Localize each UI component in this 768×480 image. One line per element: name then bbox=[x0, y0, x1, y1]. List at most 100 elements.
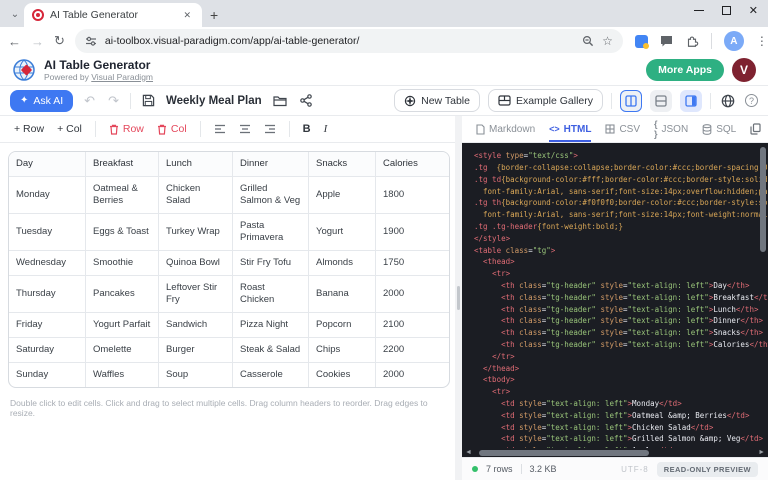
panel-right-toggle[interactable] bbox=[680, 90, 702, 112]
column-header[interactable]: Dinner bbox=[233, 152, 309, 177]
new-table-button[interactable]: New Table bbox=[394, 89, 480, 112]
browser-menu-kebab-icon[interactable]: ⋮ bbox=[756, 34, 768, 48]
column-header[interactable]: Lunch bbox=[159, 152, 233, 177]
column-header[interactable]: Day bbox=[9, 152, 86, 177]
table-cell[interactable]: Sandwich bbox=[159, 313, 233, 338]
extensions-puzzle-icon[interactable] bbox=[685, 34, 699, 48]
tab-html[interactable]: <> HTML bbox=[549, 116, 591, 142]
close-button[interactable]: ✕ bbox=[749, 4, 758, 17]
table-cell[interactable]: Leftover Stir Fry bbox=[159, 276, 233, 313]
split-horizontal-toggle[interactable] bbox=[650, 90, 672, 112]
forward-icon[interactable]: → bbox=[31, 34, 44, 49]
horizontal-scrollbar-track[interactable] bbox=[475, 450, 755, 456]
site-settings-tune-icon[interactable] bbox=[85, 35, 97, 47]
tab-search-chevron-icon[interactable]: ⌄ bbox=[6, 3, 24, 25]
table-cell[interactable]: Saturday bbox=[9, 338, 86, 363]
table-cell[interactable]: 2000 bbox=[376, 276, 449, 313]
align-center-icon[interactable] bbox=[239, 124, 251, 134]
redo-icon[interactable]: ↷ bbox=[106, 93, 121, 109]
table-cell[interactable]: Waffles bbox=[86, 363, 159, 387]
zoom-level-icon[interactable] bbox=[582, 35, 594, 47]
more-apps-button[interactable]: More Apps bbox=[646, 59, 724, 81]
table-cell[interactable]: Tuesday bbox=[9, 214, 86, 251]
table-cell[interactable]: Yogurt bbox=[309, 214, 376, 251]
table-cell[interactable]: Popcorn bbox=[309, 313, 376, 338]
bold-button[interactable]: B bbox=[303, 123, 311, 135]
extension-blue-icon[interactable] bbox=[635, 35, 648, 48]
table-cell[interactable]: Banana bbox=[309, 276, 376, 313]
table-cell[interactable]: Yogurt Parfait bbox=[86, 313, 159, 338]
save-icon[interactable] bbox=[140, 94, 157, 107]
share-icon[interactable] bbox=[298, 94, 314, 107]
table-cell[interactable]: Chips bbox=[309, 338, 376, 363]
table-cell[interactable]: Thursday bbox=[9, 276, 86, 313]
example-gallery-button[interactable]: Example Gallery bbox=[488, 89, 603, 112]
visual-paradigm-link[interactable]: Visual Paradigm bbox=[91, 72, 153, 82]
help-icon[interactable]: ? bbox=[745, 94, 758, 107]
undo-icon[interactable]: ↶ bbox=[82, 93, 97, 109]
split-vertical-toggle[interactable] bbox=[620, 90, 642, 112]
browser-profile-avatar[interactable]: A bbox=[724, 31, 744, 51]
table-cell[interactable]: Oatmeal & Berries bbox=[86, 177, 159, 214]
table-cell[interactable]: Soup bbox=[159, 363, 233, 387]
table-cell[interactable]: Stir Fry Tofu bbox=[233, 251, 309, 276]
table-cell[interactable]: Cookies bbox=[309, 363, 376, 387]
tab-csv[interactable]: CSV bbox=[605, 116, 640, 142]
table-cell[interactable]: Casserole bbox=[233, 363, 309, 387]
table-cell[interactable]: Burger bbox=[159, 338, 233, 363]
reload-icon[interactable]: ↻ bbox=[54, 33, 65, 49]
table-cell[interactable]: 2000 bbox=[376, 363, 449, 387]
vertical-scrollbar[interactable] bbox=[760, 147, 766, 441]
align-left-icon[interactable] bbox=[214, 124, 226, 134]
tab-close-icon[interactable]: ✕ bbox=[180, 8, 194, 23]
maximize-button[interactable] bbox=[722, 6, 731, 15]
table-cell[interactable]: Eggs & Toast bbox=[86, 214, 159, 251]
table-cell[interactable]: Steak & Salad bbox=[233, 338, 309, 363]
table-cell[interactable]: Pancakes bbox=[86, 276, 159, 313]
table-cell[interactable]: Sunday bbox=[9, 363, 86, 387]
scroll-right-arrow-icon[interactable]: ► bbox=[758, 448, 765, 457]
panel-resizer-handle[interactable] bbox=[455, 116, 462, 480]
add-row-button[interactable]: + Row bbox=[14, 123, 44, 135]
code-preview-area[interactable]: <style type="text/css">.tg {border-colla… bbox=[462, 143, 768, 457]
url-text[interactable]: ai-toolbox.visual-paradigm.com/app/ai-ta… bbox=[105, 35, 574, 47]
tab-markdown[interactable]: Markdown bbox=[476, 116, 535, 142]
table-cell[interactable]: 2200 bbox=[376, 338, 449, 363]
language-globe-icon[interactable] bbox=[719, 94, 737, 108]
table-cell[interactable]: Grilled Salmon & Veg bbox=[233, 177, 309, 214]
table-cell[interactable]: Turkey Wrap bbox=[159, 214, 233, 251]
table-cell[interactable]: Pasta Primavera bbox=[233, 214, 309, 251]
table-cell[interactable]: Chicken Salad bbox=[159, 177, 233, 214]
align-right-icon[interactable] bbox=[264, 124, 276, 134]
column-header[interactable]: Calories bbox=[376, 152, 449, 177]
back-icon[interactable]: ← bbox=[8, 34, 21, 49]
minimize-button[interactable] bbox=[694, 10, 704, 11]
delete-col-button[interactable]: Col bbox=[157, 123, 187, 135]
chat-extension-icon[interactable] bbox=[660, 35, 673, 47]
horizontal-scrollbar[interactable]: ◄ ► bbox=[462, 448, 768, 457]
italic-button[interactable]: I bbox=[324, 123, 328, 135]
vertical-scrollbar-thumb[interactable] bbox=[760, 147, 766, 252]
table-cell[interactable]: Quinoa Bowl bbox=[159, 251, 233, 276]
delete-row-button[interactable]: Row bbox=[109, 123, 144, 135]
table-cell[interactable]: Omelette bbox=[86, 338, 159, 363]
table-cell[interactable]: Wednesday bbox=[9, 251, 86, 276]
table-cell[interactable]: Friday bbox=[9, 313, 86, 338]
table-cell[interactable]: Monday bbox=[9, 177, 86, 214]
url-omnibox[interactable]: ai-toolbox.visual-paradigm.com/app/ai-ta… bbox=[75, 29, 623, 53]
bookmark-star-icon[interactable]: ☆ bbox=[602, 34, 613, 48]
table-cell[interactable]: Pizza Night bbox=[233, 313, 309, 338]
table-cell[interactable]: Roast Chicken bbox=[233, 276, 309, 313]
table-cell[interactable]: Smoothie bbox=[86, 251, 159, 276]
ask-ai-button[interactable]: ✦ Ask AI bbox=[10, 90, 73, 112]
browser-tab[interactable]: AI Table Generator ✕ bbox=[24, 3, 202, 27]
table-cell[interactable]: Apple bbox=[309, 177, 376, 214]
open-folder-icon[interactable] bbox=[271, 95, 289, 107]
tab-sql[interactable]: SQL bbox=[702, 116, 736, 142]
copy-icon[interactable] bbox=[750, 123, 761, 135]
column-header[interactable]: Breakfast bbox=[86, 152, 159, 177]
tab-json[interactable]: { } JSON bbox=[654, 116, 688, 142]
new-tab-button[interactable]: + bbox=[210, 7, 218, 23]
table-cell[interactable]: 1750 bbox=[376, 251, 449, 276]
document-title[interactable]: Weekly Meal Plan bbox=[166, 95, 262, 107]
